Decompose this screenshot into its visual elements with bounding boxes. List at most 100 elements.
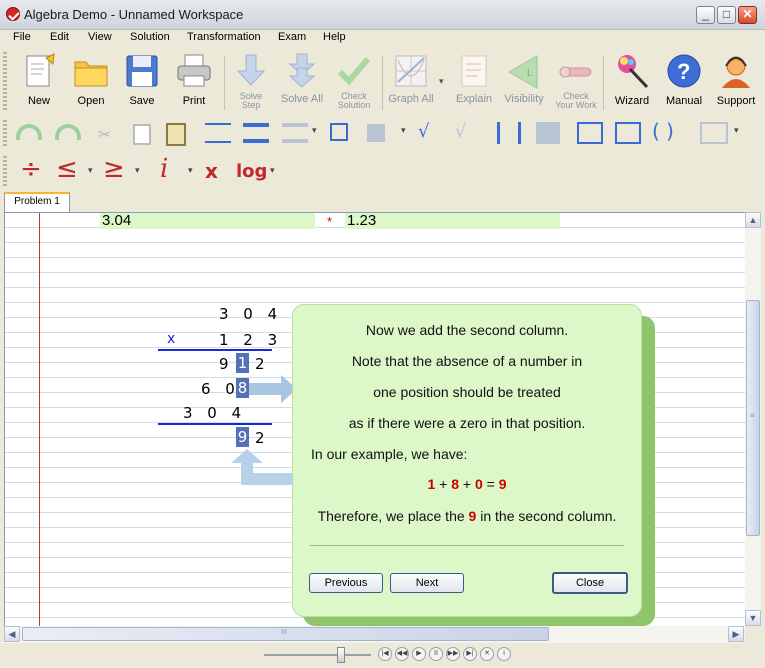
support-label: Support bbox=[716, 95, 756, 107]
power-dropdown[interactable]: ▾ bbox=[401, 126, 406, 136]
graph-all-dropdown[interactable]: ▾ bbox=[439, 76, 444, 87]
menu-help[interactable]: Help bbox=[323, 31, 346, 43]
next-step-button[interactable]: ▶▶ bbox=[446, 647, 460, 661]
maximize-button[interactable]: □ bbox=[717, 6, 736, 24]
eq-plus-1: + bbox=[439, 476, 448, 492]
playback-slider-thumb[interactable] bbox=[337, 647, 345, 663]
return-arrow-icon bbox=[231, 449, 297, 485]
solve-step-button[interactable]: Solve Step bbox=[225, 52, 277, 114]
nth-root-icon[interactable]: √ bbox=[455, 121, 466, 142]
log-icon[interactable]: log bbox=[236, 161, 267, 182]
previous-button[interactable]: Previous bbox=[309, 573, 383, 593]
vertical-scroll-thumb[interactable]: ≡ bbox=[746, 300, 760, 536]
vertical-scrollbar[interactable]: ▲ ≡ ▼ bbox=[745, 212, 761, 626]
menu-view[interactable]: View bbox=[88, 31, 112, 43]
stop-button[interactable]: ✕ bbox=[480, 647, 494, 661]
info-button[interactable]: i bbox=[497, 647, 511, 661]
visibility-button[interactable]: L Visibility bbox=[498, 52, 550, 114]
first-step-button[interactable]: |◀ bbox=[378, 647, 392, 661]
horizontal-scroll-thumb[interactable]: III bbox=[22, 627, 549, 641]
matrix-icon[interactable] bbox=[577, 122, 603, 144]
wizard-button[interactable]: Wizard bbox=[606, 52, 658, 114]
greater-equal-icon[interactable]: ≥ bbox=[103, 154, 125, 184]
support-agent-icon bbox=[722, 56, 750, 88]
folder-icon bbox=[74, 61, 108, 87]
conclusion-number: 9 bbox=[468, 508, 477, 524]
playback-slider-track[interactable] bbox=[264, 654, 371, 656]
brackets-dropdown[interactable]: ▾ bbox=[734, 126, 739, 136]
scroll-up-button[interactable]: ▲ bbox=[745, 212, 761, 228]
manual-button[interactable]: ? Manual bbox=[658, 52, 710, 114]
fraction-icon[interactable] bbox=[243, 123, 269, 143]
matrix2-icon[interactable] bbox=[615, 122, 641, 144]
tab-problem-1[interactable]: Problem 1 bbox=[4, 192, 70, 213]
variable-x-icon[interactable]: x bbox=[205, 159, 218, 183]
new-button[interactable]: New bbox=[13, 52, 65, 114]
svg-text:?: ? bbox=[677, 59, 690, 84]
support-button[interactable]: Support bbox=[710, 52, 762, 114]
log-dropdown[interactable]: ▾ bbox=[270, 166, 275, 176]
abs-disabled-icon[interactable] bbox=[536, 122, 560, 144]
cut-icon[interactable]: ✂ bbox=[98, 125, 111, 144]
eq-term-1: 1 bbox=[427, 476, 436, 492]
fraction-dropdown[interactable]: ▾ bbox=[312, 126, 317, 136]
explain-button[interactable]: Explain bbox=[448, 52, 500, 114]
thumb-grip-icon: ≡ bbox=[750, 411, 755, 420]
insert-row-icon[interactable] bbox=[205, 123, 231, 143]
multiplier: 1 2 3 bbox=[219, 331, 283, 349]
menu-edit[interactable]: Edit bbox=[50, 31, 69, 43]
undo-icon[interactable] bbox=[16, 124, 42, 140]
expression-right[interactable]: 1.23 bbox=[347, 213, 376, 229]
play-button[interactable]: ▶ bbox=[412, 647, 426, 661]
scroll-left-button[interactable]: ◀ bbox=[4, 626, 20, 642]
check-your-work-button[interactable]: Check Your Work bbox=[550, 52, 602, 114]
redo-icon[interactable] bbox=[55, 124, 81, 140]
fraction-disabled-icon[interactable] bbox=[282, 123, 308, 143]
menu-transformation[interactable]: Transformation bbox=[187, 31, 261, 43]
greater-equal-dropdown[interactable]: ▾ bbox=[135, 166, 140, 176]
conclusion-pre: Therefore, we place the bbox=[317, 508, 465, 524]
paste-icon[interactable] bbox=[166, 123, 186, 146]
divide-icon[interactable]: ÷ bbox=[20, 154, 42, 184]
scroll-right-button[interactable]: ▶ bbox=[728, 626, 744, 642]
close-popup-button[interactable]: Close bbox=[552, 572, 628, 594]
parentheses-icon[interactable]: ( ) bbox=[652, 119, 674, 143]
expression-left[interactable]: 3.04 bbox=[102, 213, 131, 229]
menu-solution[interactable]: Solution bbox=[130, 31, 170, 43]
sqrt-icon[interactable]: √ bbox=[418, 121, 429, 142]
scroll-down-button[interactable]: ▼ bbox=[745, 610, 761, 626]
close-window-button[interactable]: ✕ bbox=[738, 6, 757, 24]
save-label: Save bbox=[129, 95, 155, 107]
solve-all-button[interactable]: Solve All bbox=[276, 52, 328, 114]
menu-exam[interactable]: Exam bbox=[278, 31, 306, 43]
subscript-icon[interactable] bbox=[367, 124, 385, 142]
abs-icon[interactable] bbox=[497, 122, 521, 144]
power-icon[interactable] bbox=[330, 123, 348, 141]
multiplicand: 3 0 4 bbox=[219, 305, 283, 323]
horizontal-scrollbar[interactable]: ◀ III ▶ bbox=[4, 626, 745, 643]
explain-document-icon bbox=[461, 55, 487, 87]
brackets-icon[interactable] bbox=[700, 122, 728, 144]
menu-file[interactable]: File bbox=[13, 31, 31, 43]
last-step-button[interactable]: ▶| bbox=[463, 647, 477, 661]
print-button[interactable]: Print bbox=[168, 52, 220, 114]
save-button[interactable]: Save bbox=[116, 52, 168, 114]
open-button[interactable]: Open bbox=[65, 52, 117, 114]
toolbar-grip bbox=[3, 156, 7, 186]
result-ones: 2 bbox=[255, 429, 270, 447]
imaginary-dropdown[interactable]: ▾ bbox=[188, 166, 193, 176]
graph-all-label: Graph All bbox=[388, 93, 434, 105]
pause-button[interactable]: II bbox=[429, 647, 443, 661]
minimize-button[interactable]: _ bbox=[696, 6, 715, 24]
next-button[interactable]: Next bbox=[390, 573, 464, 593]
wizard-label: Wizard bbox=[614, 95, 650, 107]
check-solution-button[interactable]: Check Solution bbox=[328, 52, 380, 114]
less-equal-icon[interactable]: ≤ bbox=[56, 154, 78, 184]
imaginary-icon[interactable]: i bbox=[160, 154, 168, 184]
copy-icon[interactable] bbox=[133, 124, 151, 145]
toolbar-grip bbox=[3, 52, 7, 112]
graph-all-button[interactable]: Graph All bbox=[385, 52, 437, 114]
new-label: New bbox=[27, 95, 50, 107]
previous-step-button[interactable]: ◀◀ bbox=[395, 647, 409, 661]
less-equal-dropdown[interactable]: ▾ bbox=[88, 166, 93, 176]
